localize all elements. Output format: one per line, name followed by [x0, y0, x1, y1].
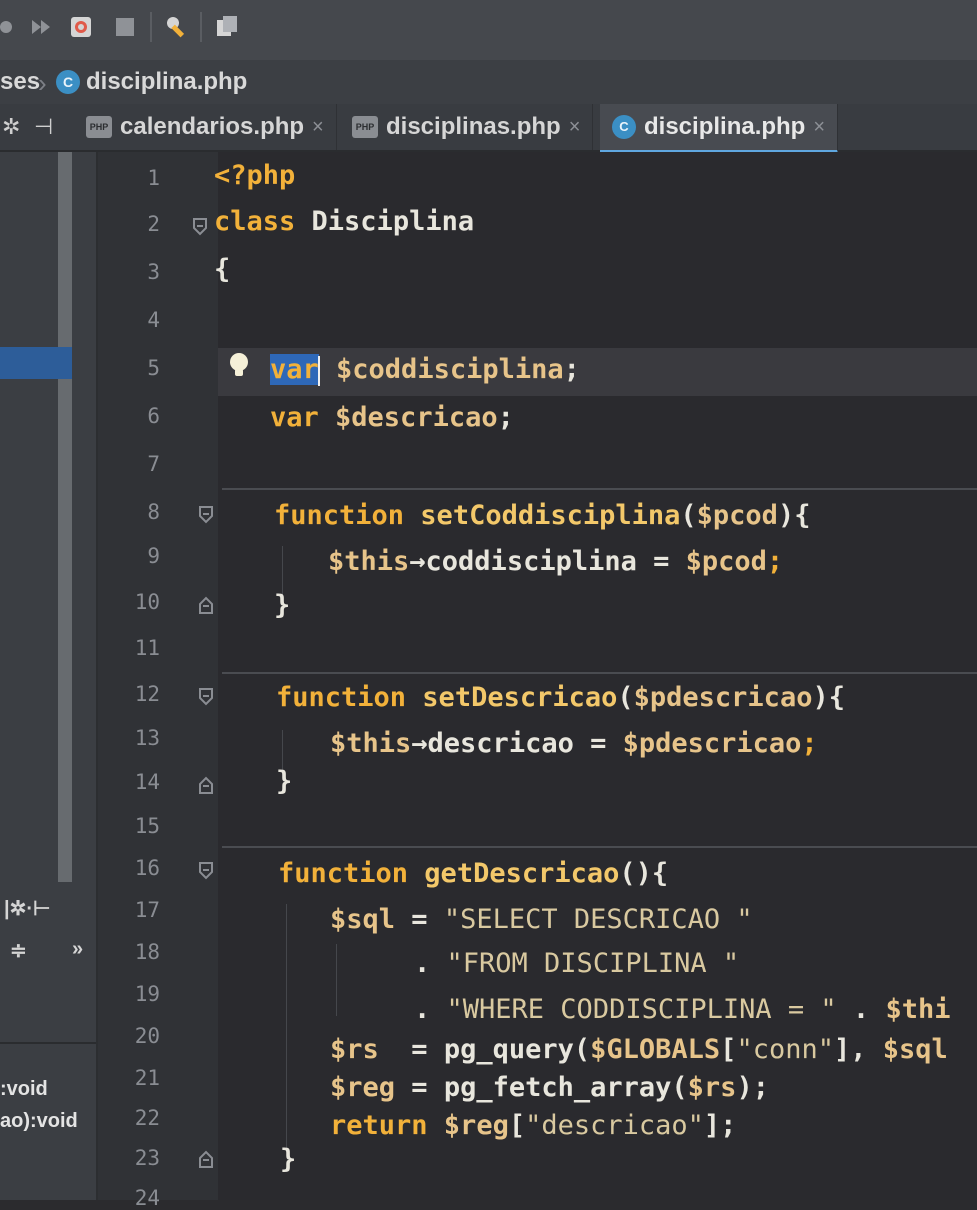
project-panel: |✲·⊢ ≑ » :void ao):void — [0, 152, 98, 1200]
code-line-14: } — [276, 766, 293, 797]
breadcrumb-separator: › — [38, 68, 47, 98]
tab-label: disciplina.php — [644, 113, 806, 140]
fold-icon[interactable] — [198, 688, 214, 706]
line-number: 7 — [147, 452, 160, 476]
line-gutter: 1 2 3 4 5 6 7 8 9 10 11 12 13 14 15 16 1… — [98, 152, 218, 1210]
code-line-18: . "FROM DISCIPLINA " — [414, 948, 740, 979]
indent-guide — [336, 944, 337, 1016]
project-scrollbar[interactable] — [58, 152, 72, 882]
line-number: 10 — [134, 590, 160, 614]
line-number: 22 — [134, 1106, 160, 1130]
line-number: 13 — [134, 726, 160, 750]
code-line-22: return $reg["descricao"]; — [330, 1110, 737, 1141]
line-number: 8 — [147, 500, 160, 524]
line-number: 16 — [134, 856, 160, 880]
fold-icon[interactable] — [198, 506, 214, 524]
line-number: 23 — [134, 1146, 160, 1170]
code-line-21: $reg = pg_fetch_array($rs); — [330, 1072, 769, 1103]
selected-tree-item[interactable] — [0, 347, 72, 379]
close-icon[interactable]: × — [312, 116, 324, 139]
line-number: 19 — [134, 982, 160, 1006]
project-panel-tools: ✲ ⊣ — [0, 104, 70, 150]
line-number: 24 — [134, 1186, 160, 1210]
method-separator — [222, 672, 977, 674]
project-structure-icon[interactable] — [214, 14, 240, 40]
code-line-20: $rs = pg_query($GLOBALS["conn"], $sql — [330, 1034, 948, 1065]
fold-icon[interactable] — [192, 218, 208, 236]
class-file-icon: C — [56, 70, 80, 94]
unfold-icon[interactable] — [198, 776, 214, 794]
collapse-all-icon[interactable]: ≑ — [10, 938, 27, 963]
code-line-12: function setDescricao($pdescricao){ — [276, 682, 845, 713]
code-line-3: { — [214, 254, 231, 285]
editor-tabs: ✲ ⊣ PHP calendarios.php × PHP disciplina… — [0, 104, 977, 153]
structure-settings-icon[interactable]: |✲·⊢ — [4, 896, 50, 921]
code-line-6: var $descricao; — [270, 402, 514, 433]
line-number: 20 — [134, 1024, 160, 1048]
code-line-1: <?php — [214, 160, 296, 191]
code-line-9: $this→coddisciplina = $pcod; — [328, 546, 784, 577]
line-number: 21 — [134, 1066, 160, 1090]
tab-label: disciplinas.php — [386, 113, 561, 140]
line-number: 5 — [147, 356, 160, 380]
code-line-16: function getDescricao(){ — [278, 858, 669, 889]
method-separator — [222, 488, 977, 490]
toolbar-separator — [150, 12, 152, 42]
tab-disciplinas[interactable]: PHP disciplinas.php × — [340, 104, 594, 150]
close-icon[interactable]: × — [813, 116, 825, 139]
reload-icon[interactable] — [68, 14, 94, 40]
code-line-13: $this→descricao = $pdescricao; — [330, 728, 818, 759]
code-line-19: . "WHERE CODDISCIPLINA = " . $thi — [414, 994, 951, 1025]
gear-icon[interactable]: ✲ — [2, 114, 20, 140]
more-icon[interactable]: » — [72, 938, 83, 961]
line-number: 2 — [147, 212, 160, 236]
line-number: 4 — [147, 308, 160, 332]
hide-panel-icon[interactable]: ⊣ — [34, 114, 53, 140]
breadcrumb-folder[interactable]: ses — [0, 68, 40, 96]
breadcrumb-file[interactable]: disciplina.php — [86, 68, 247, 96]
code-line-5: var $coddisciplina; — [270, 354, 580, 386]
panel-divider — [0, 1042, 96, 1044]
structure-item[interactable]: ao):void — [0, 1110, 78, 1133]
line-number: 9 — [147, 544, 160, 568]
line-number: 6 — [147, 404, 160, 428]
code-line-23: } — [280, 1144, 297, 1175]
code-line-10: } — [274, 590, 291, 621]
class-file-icon: C — [612, 115, 636, 139]
fold-icon[interactable] — [198, 862, 214, 880]
main-toolbar — [0, 0, 977, 61]
structure-item[interactable]: :void — [0, 1078, 48, 1101]
tab-label: calendarios.php — [120, 113, 305, 140]
tab-calendarios[interactable]: PHP calendarios.php × — [74, 104, 337, 150]
code-line-17: $sql = "SELECT DESCRICAO " — [330, 904, 753, 935]
indent-guide — [286, 904, 287, 1152]
stop-icon[interactable] — [112, 14, 138, 40]
debug-icon[interactable] — [28, 14, 54, 40]
php-file-icon: PHP — [352, 116, 378, 138]
line-number: 3 — [147, 260, 160, 284]
line-number: 1 — [147, 166, 160, 190]
breadcrumb: ses › C disciplina.php — [0, 60, 977, 105]
toolbar-separator — [200, 12, 202, 42]
line-number: 12 — [134, 682, 160, 706]
step-icon[interactable] — [0, 14, 26, 40]
close-icon[interactable]: × — [569, 116, 581, 139]
lightbulb-icon[interactable] — [228, 352, 250, 380]
line-number: 11 — [134, 636, 160, 660]
line-number: 15 — [134, 814, 160, 838]
tab-disciplina[interactable]: C disciplina.php × — [600, 104, 839, 153]
code-line-2: class Disciplina — [214, 206, 475, 237]
selected-text: var — [270, 354, 319, 385]
method-separator — [222, 846, 977, 848]
php-file-icon: PHP — [86, 116, 112, 138]
unfold-icon[interactable] — [198, 596, 214, 614]
line-number: 17 — [134, 898, 160, 922]
code-line-8: function setCoddisciplina($pcod){ — [274, 500, 811, 531]
line-number: 18 — [134, 940, 160, 964]
unfold-icon[interactable] — [198, 1150, 214, 1168]
settings-wrench-icon[interactable] — [164, 14, 190, 40]
line-number: 14 — [134, 770, 160, 794]
